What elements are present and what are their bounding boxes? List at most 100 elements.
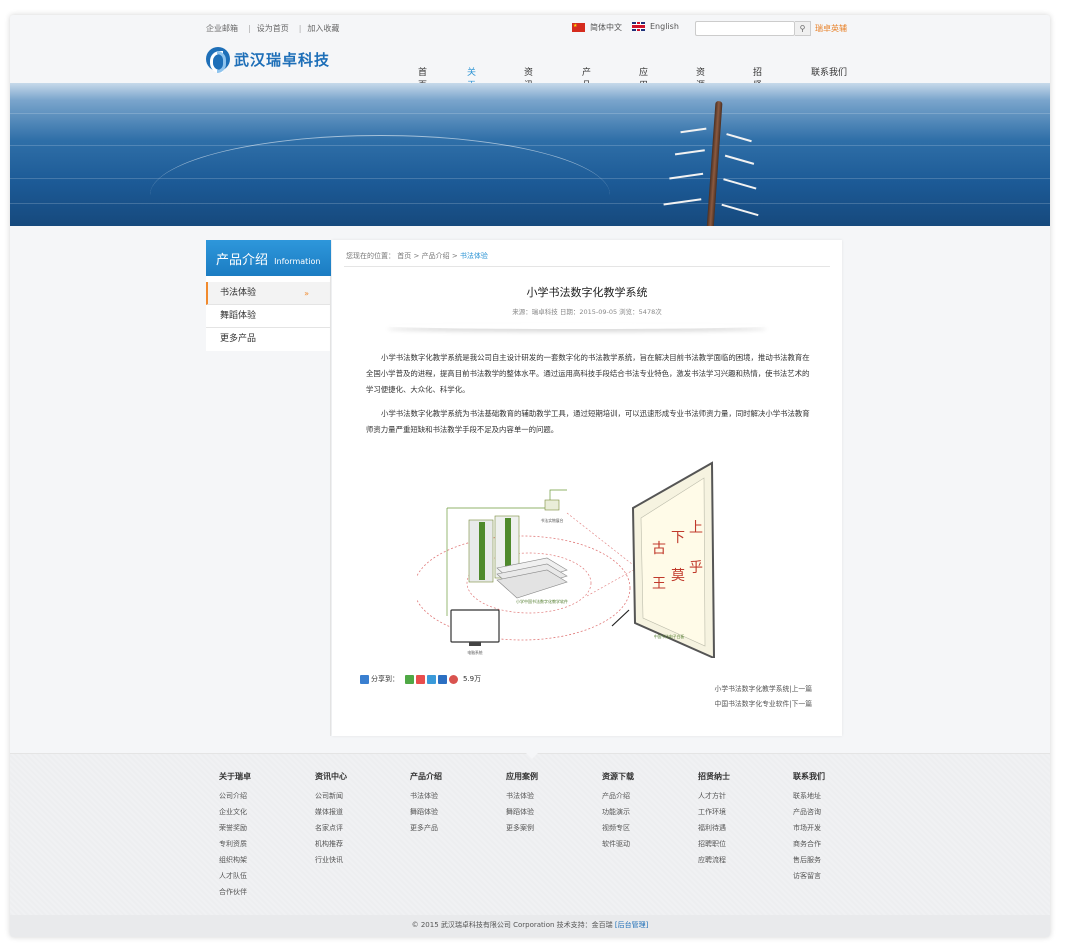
sidebar-item-dance[interactable]: 舞蹈体验 — [206, 305, 331, 328]
footer-link[interactable]: 更多案例 — [506, 823, 596, 839]
footer-link[interactable]: 舞蹈体验 — [506, 807, 596, 823]
top-link-homepage[interactable]: 设为首页 — [257, 24, 289, 33]
footer-link[interactable]: 工作环境 — [698, 807, 788, 823]
nav-home[interactable]: 首页 — [418, 65, 427, 91]
sidebar-title: 产品介绍 — [216, 253, 269, 268]
footer-link[interactable]: 福利待遇 — [698, 823, 788, 839]
footer-link[interactable]: 售后服务 — [793, 855, 853, 871]
nav-about[interactable]: 关于瑞卓 — [467, 65, 476, 117]
footer-link[interactable]: 产品介绍 — [602, 791, 692, 807]
footer-col-title: 关于瑞卓 — [219, 772, 251, 781]
footer-link[interactable]: 组织构架 — [219, 855, 309, 871]
breadcrumb-home[interactable]: 首页 — [397, 252, 411, 260]
divider — [344, 266, 830, 267]
product-diagram-image: 书法实物展台 小学中国书法数字化教学软件 电脑系统 古 下 上 王 莫 乎 中国… — [417, 461, 716, 658]
sidebar-item-label: 更多产品 — [220, 334, 257, 344]
board-character: 上 — [689, 520, 703, 536]
nav-products[interactable]: 产品介绍 — [582, 65, 591, 117]
footer-link[interactable]: 公司新闻 — [315, 791, 405, 807]
footer-col-products: 产品介绍 书法体验 舞蹈体验 更多产品 — [410, 771, 500, 839]
top-links: 企业邮箱 | 设为首页 | 加入收藏 — [206, 23, 343, 34]
oar — [726, 133, 752, 143]
nav-jobs[interactable]: 招贤纳士 — [753, 65, 762, 117]
footer-link[interactable]: 书法体验 — [410, 791, 500, 807]
sidebar-header: 产品介绍 Information — [206, 240, 331, 276]
tencent-weibo-icon[interactable] — [427, 674, 436, 684]
lang-switch-en[interactable]: English — [632, 22, 679, 31]
footer-link[interactable]: 视频专区 — [602, 823, 692, 839]
breadcrumb-current[interactable]: 书法体验 — [460, 252, 488, 260]
logo[interactable]: 武汉瑞卓科技 — [206, 47, 330, 73]
footer-link[interactable]: 联系地址 — [793, 791, 853, 807]
footer-link[interactable]: 应聘流程 — [698, 855, 788, 871]
footer-link[interactable]: 招聘职位 — [698, 839, 788, 855]
search-button[interactable]: ⚲ — [795, 21, 811, 36]
qzone-icon[interactable] — [405, 674, 414, 684]
double-chevron-right-icon: » — [304, 289, 309, 298]
copyright-text: © 2015 武汉瑞卓科技有限公司 Corporation 技术支持：金百瑞 — [411, 921, 613, 929]
footer-link[interactable]: 人才方针 — [698, 791, 788, 807]
footer-link[interactable]: 更多产品 — [410, 823, 500, 839]
wake-arc — [150, 135, 610, 226]
footer-link[interactable]: 机构推荐 — [315, 839, 405, 855]
breadcrumb-products[interactable]: 产品介绍 — [422, 252, 450, 260]
title-shadow-divider — [387, 323, 767, 329]
footer-link[interactable]: 人才队伍 — [219, 871, 309, 887]
breadcrumb-sep: > — [451, 252, 458, 260]
renren-icon[interactable] — [438, 674, 447, 684]
sidebar-item-calligraphy[interactable]: 书法体验 » — [206, 282, 331, 305]
nav-cases[interactable]: 应用案例 — [639, 65, 648, 117]
board-character: 下 — [671, 530, 685, 546]
top-link-favorite[interactable]: 加入收藏 — [307, 24, 339, 33]
oar — [723, 178, 757, 190]
footer-link[interactable]: 软件驱动 — [602, 839, 692, 855]
footer-notch — [526, 753, 538, 759]
footer-link[interactable]: 行业快讯 — [315, 855, 405, 871]
whiteboard-label: 中国书法电子白板 — [654, 634, 685, 639]
footer-col-title: 资讯中心 — [315, 772, 347, 781]
next-article-link[interactable]: 中国书法数字化专业软件|下一篇 — [715, 698, 812, 708]
nav-contact[interactable]: 联系我们 — [811, 65, 851, 81]
wave-line — [10, 145, 1050, 146]
connector-line — [566, 512, 638, 569]
sidebar-item-more[interactable]: 更多产品 — [206, 328, 331, 351]
footer-link[interactable]: 访客留言 — [793, 871, 853, 887]
weibo-icon[interactable] — [416, 674, 425, 684]
monitor-icon — [450, 609, 500, 643]
footer-link[interactable]: 书法体验 — [506, 791, 596, 807]
lang-en-label: English — [650, 22, 679, 31]
more-share-icon[interactable] — [449, 674, 458, 684]
camera-label: 书法实物展台 — [541, 518, 564, 523]
copyright-bar: © 2015 武汉瑞卓科技有限公司 Corporation 技术支持：金百瑞 [… — [10, 915, 1050, 937]
footer-link[interactable]: 荣誉奖励 — [219, 823, 309, 839]
nav-downloads[interactable]: 资源下载 — [696, 65, 705, 117]
footer-link[interactable]: 专利资质 — [219, 839, 309, 855]
hotline-link[interactable]: 瑞卓英辅 — [815, 23, 847, 34]
lang-cn-label: 简体中文 — [590, 23, 622, 32]
connector-line — [586, 567, 638, 597]
admin-link[interactable]: [后台管理] — [615, 921, 648, 929]
share-bar: 分享到： 5.9万 — [360, 674, 481, 684]
footer-link[interactable]: 功能演示 — [602, 807, 692, 823]
footer-link[interactable]: 企业文化 — [219, 807, 309, 823]
footer-col-about: 关于瑞卓 公司介绍 企业文化 荣誉奖励 专利资质 组织构架 人才队伍 合作伙伴 — [219, 771, 309, 903]
footer-link[interactable]: 合作伙伴 — [219, 887, 309, 903]
footer-link[interactable]: 商务合作 — [793, 839, 853, 855]
footer-col-news: 资讯中心 公司新闻 媒体报道 名家点评 机构推荐 行业快讯 — [315, 771, 405, 871]
lang-switch-cn[interactable]: 简体中文 — [572, 22, 622, 33]
article-panel: 您现在的位置： 首页 > 产品介绍 > 书法体验 小学书法数字化教学系统 来源：… — [332, 240, 842, 736]
footer-link[interactable]: 市场开发 — [793, 823, 853, 839]
top-link-mail[interactable]: 企业邮箱 — [206, 24, 238, 33]
nav-news[interactable]: 资讯中心 — [524, 65, 533, 117]
board-character: 莫 — [671, 568, 685, 584]
search-input[interactable] — [696, 24, 778, 37]
share-count: 5.9万 — [463, 675, 482, 683]
board-character: 古 — [652, 541, 666, 557]
footer-link[interactable]: 产品咨询 — [793, 807, 853, 823]
footer-link[interactable]: 媒体报道 — [315, 807, 405, 823]
share-label[interactable]: 分享到： — [371, 674, 399, 684]
footer-link[interactable]: 舞蹈体验 — [410, 807, 500, 823]
prev-article-link[interactable]: 小学书法数字化教学系统|上一篇 — [715, 683, 812, 693]
footer-link[interactable]: 公司介绍 — [219, 791, 309, 807]
footer-link[interactable]: 名家点评 — [315, 823, 405, 839]
